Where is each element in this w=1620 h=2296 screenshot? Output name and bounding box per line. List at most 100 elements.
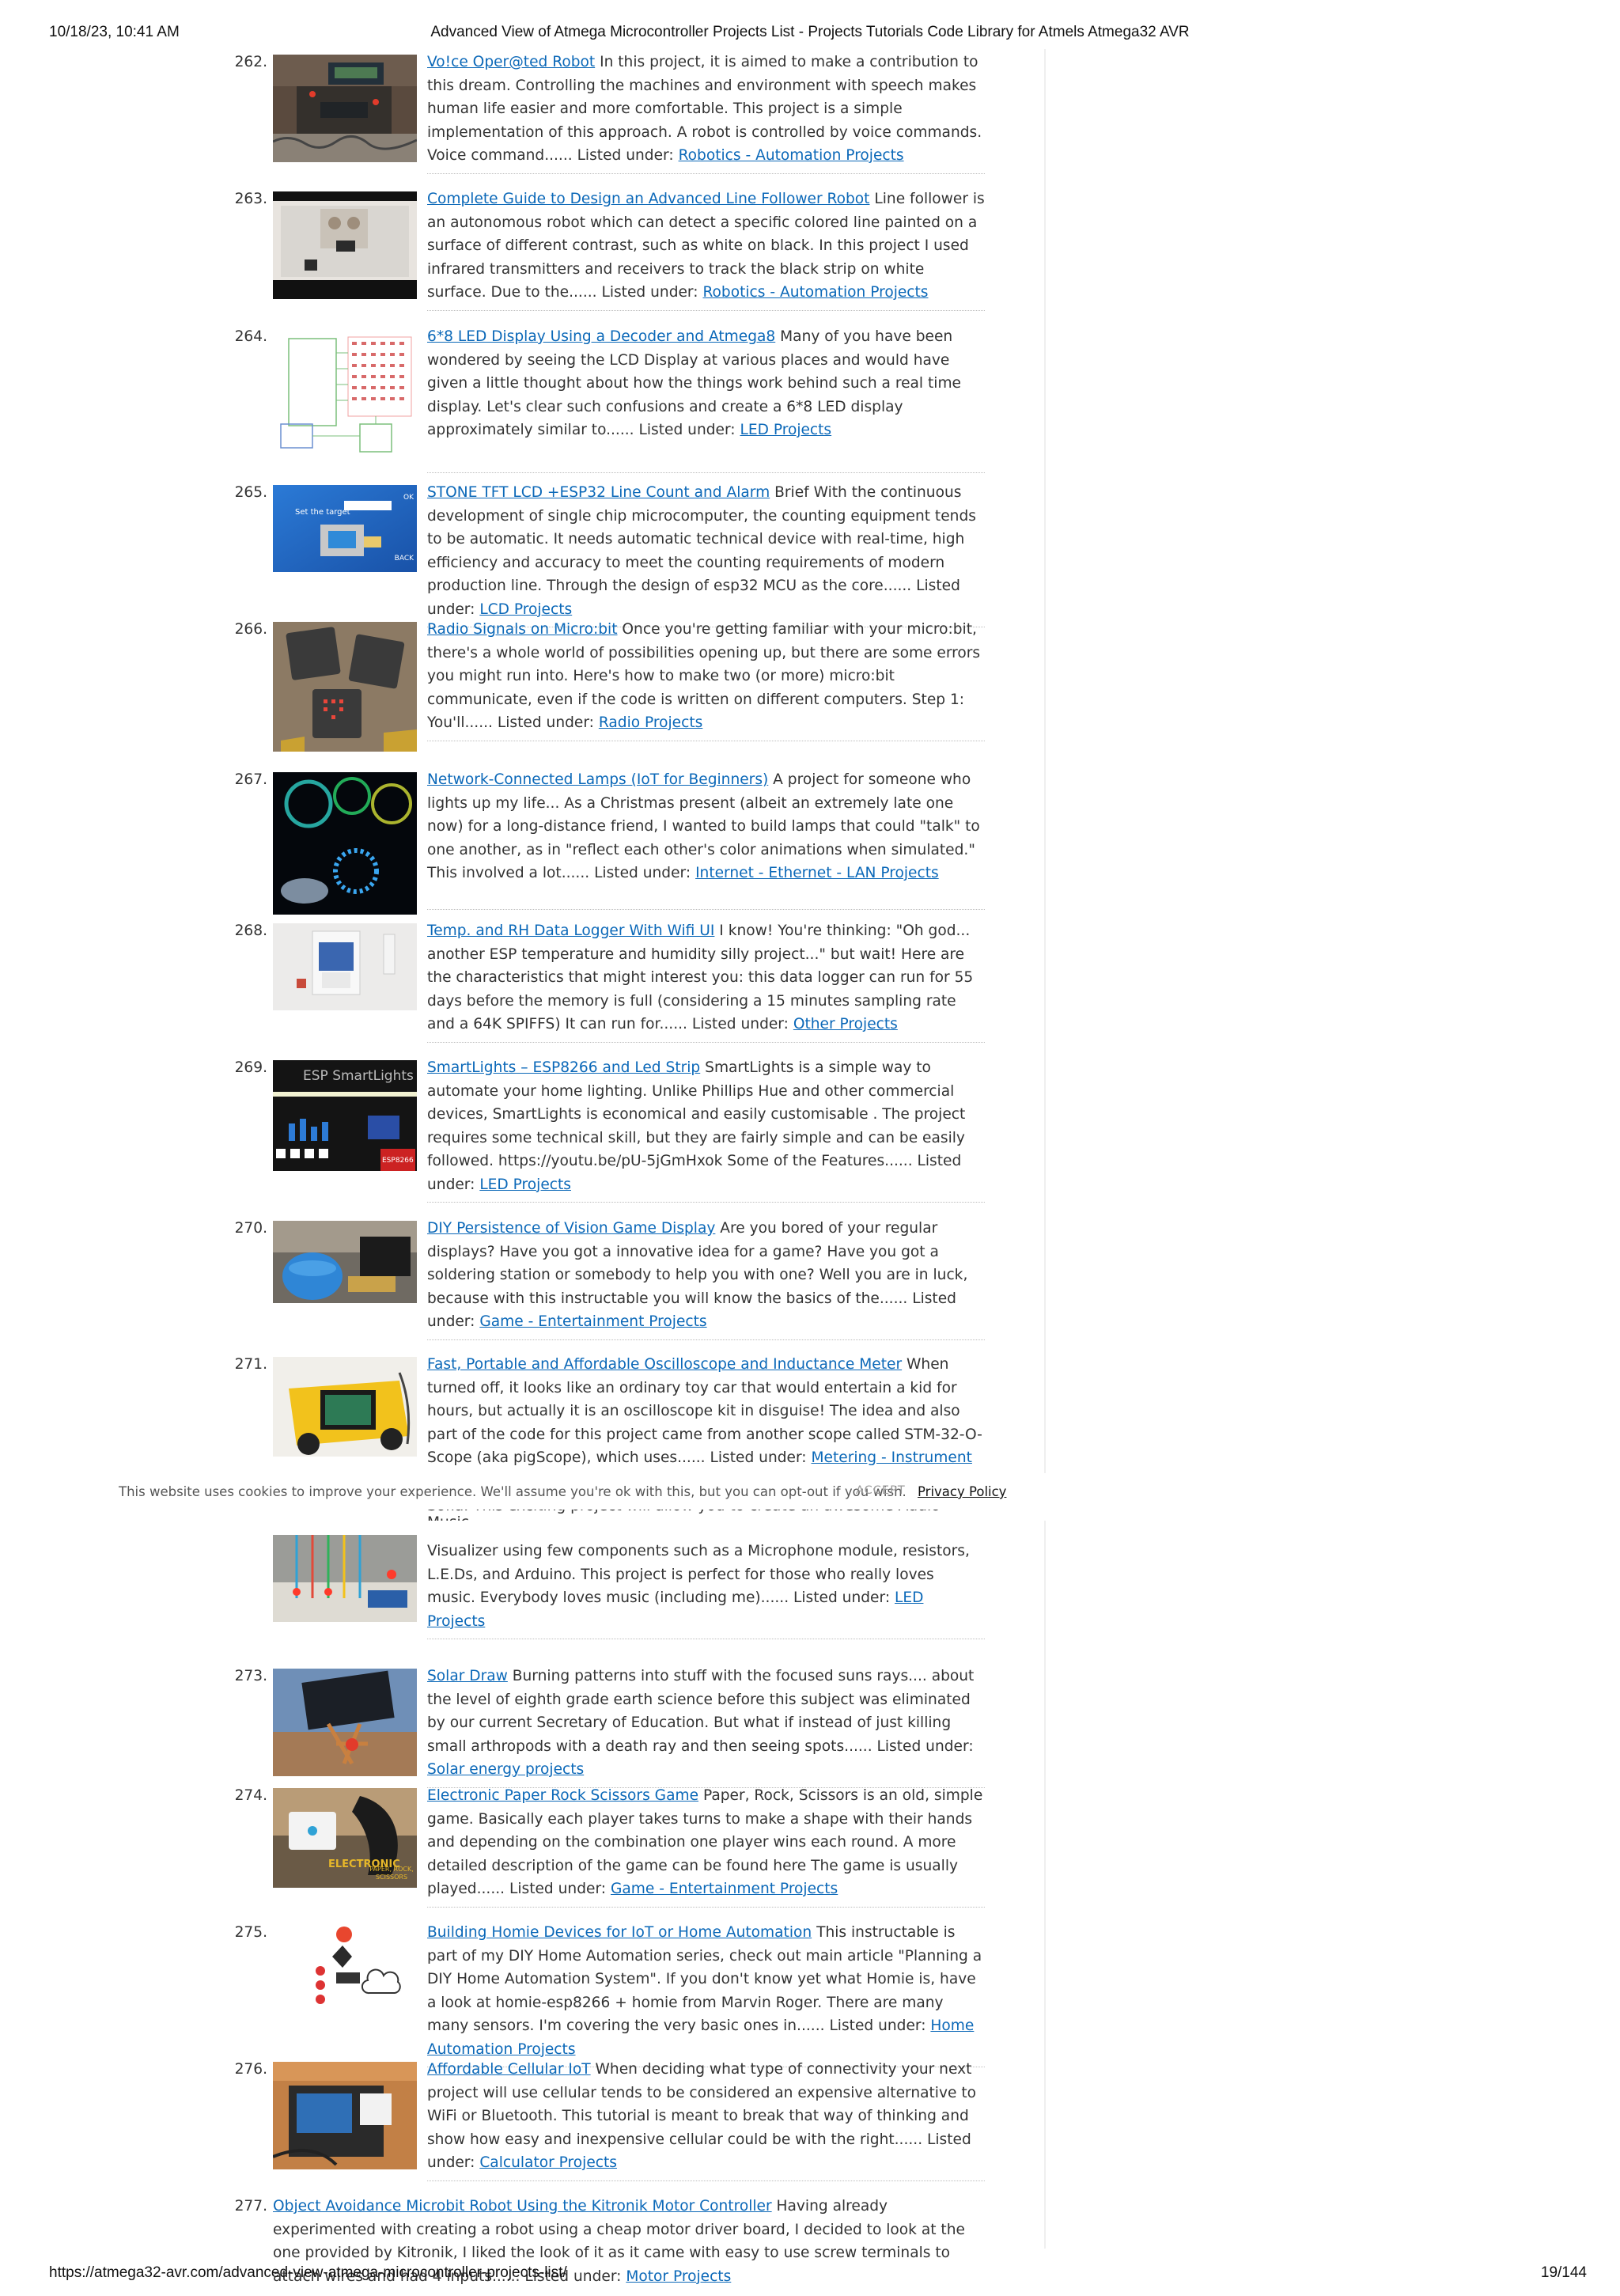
list-item: 263. Complete Guide to Design an Advance… xyxy=(229,188,989,325)
thumb-caption: Set the target xyxy=(295,508,350,517)
project-title-link[interactable]: Network-Connected Lamps (IoT for Beginne… xyxy=(427,771,768,788)
project-title-link[interactable]: Vo!ce Oper@ted Robot xyxy=(427,54,595,70)
item-number: 264. xyxy=(234,328,267,345)
list-item: 267. Network-Connected Lamps (IoT for Be… xyxy=(229,768,989,919)
print-url: https://atmega32-avr.com/advanced-view-a… xyxy=(49,2264,567,2281)
cookie-accept-button[interactable]: ACCEPT xyxy=(856,1484,906,1497)
category-link[interactable]: Robotics - Automation Projects xyxy=(702,284,928,301)
item-description: STONE TFT LCD +ESP32 Line Count and Alar… xyxy=(427,481,989,621)
project-title-link[interactable]: 6*8 LED Display Using a Decoder and Atme… xyxy=(427,328,775,345)
item-description: Affordable Cellular IoT When deciding wh… xyxy=(427,2058,989,2175)
project-thumbnail[interactable] xyxy=(273,772,417,915)
project-title-link[interactable]: Affordable Cellular IoT xyxy=(427,2061,591,2078)
privacy-policy-link[interactable]: Privacy Policy xyxy=(918,1484,1006,1499)
project-thumbnail[interactable] xyxy=(273,1669,417,1776)
item-number: 270. xyxy=(234,1220,267,1237)
thumb-chip-label: ESP8266 xyxy=(380,1149,415,1171)
item-number: 277. xyxy=(234,2198,267,2215)
project-thumbnail[interactable] xyxy=(273,1357,417,1457)
listed-under-label: Listed under: xyxy=(829,2018,926,2034)
thumb-caption: ESP SmartLights xyxy=(303,1068,414,1084)
print-page-title: Advanced View of Atmega Microcontroller … xyxy=(430,24,1190,40)
project-title-link[interactable]: Object Avoidance Microbit Robot Using th… xyxy=(273,2198,772,2215)
project-thumbnail[interactable] xyxy=(273,1221,417,1303)
item-description: Electronic Paper Rock Scissors Game Pape… xyxy=(427,1784,989,1901)
entry-separator xyxy=(427,908,985,910)
list-item: 262. Vo!ce Oper@ted Robot In this projec… xyxy=(229,51,989,188)
project-thumbnail[interactable] xyxy=(273,622,417,752)
project-thumbnail[interactable]: Set the target OK BACK xyxy=(273,485,417,572)
category-link[interactable]: Internet - Ethernet - LAN Projects xyxy=(695,865,939,881)
listed-under-label: Listed under: xyxy=(577,147,674,164)
item-description: SmartLights – ESP8266 and Led Strip Smar… xyxy=(427,1056,989,1196)
cookie-message: This website uses cookies to improve you… xyxy=(119,1484,907,1499)
list-item: Visualizer using few components such as … xyxy=(229,1535,989,1665)
item-number: 266. xyxy=(234,621,267,638)
project-title-link[interactable]: SmartLights – ESP8266 and Led Strip xyxy=(427,1059,700,1076)
project-title-link[interactable]: Building Homie Devices for IoT or Home A… xyxy=(427,1924,812,1941)
entry-separator xyxy=(427,309,985,311)
category-link[interactable]: Game - Entertainment Projects xyxy=(479,1313,706,1330)
list-item: 268. Temp. and RH Data Logger With Wifi … xyxy=(229,919,989,1056)
category-link[interactable]: LED Projects xyxy=(740,422,831,438)
project-thumbnail[interactable] xyxy=(273,191,417,299)
project-title-link[interactable]: Temp. and RH Data Logger With Wifi UI xyxy=(427,923,714,939)
listed-under-label: Listed under: xyxy=(509,1881,607,1897)
project-thumbnail[interactable]: ESP SmartLights ESP8266 xyxy=(273,1060,417,1171)
entry-separator xyxy=(427,472,985,473)
category-link[interactable]: Game - Entertainment Projects xyxy=(611,1881,838,1897)
project-title-link[interactable]: Fast, Portable and Affordable Oscillosco… xyxy=(427,1356,902,1373)
listed-under-label: Listed under: xyxy=(710,1449,807,1466)
item-number: 267. xyxy=(234,771,267,788)
category-link[interactable]: Other Projects xyxy=(793,1016,898,1032)
project-title-link[interactable]: Electronic Paper Rock Scissors Game xyxy=(427,1787,698,1804)
listed-under-label: Listed under: xyxy=(601,284,698,301)
thumb-back: BACK xyxy=(394,554,414,563)
project-title-link[interactable]: STONE TFT LCD +ESP32 Line Count and Alar… xyxy=(427,484,770,501)
print-page-number: 19/144 xyxy=(1540,2264,1587,2281)
entry-separator xyxy=(427,1906,985,1908)
category-link[interactable]: Radio Projects xyxy=(599,714,702,731)
entry-separator xyxy=(427,172,985,174)
item-number: 265. xyxy=(234,484,267,501)
sidebar-divider xyxy=(1044,49,1046,2249)
category-link[interactable]: Calculator Projects xyxy=(479,2154,617,2171)
partially-hidden-line: Sofia. This exciting project will allow … xyxy=(427,1510,981,1521)
entry-separator xyxy=(427,2180,985,2181)
project-thumbnail[interactable] xyxy=(273,1925,417,2012)
item-number: 263. xyxy=(234,191,267,207)
project-thumbnail[interactable] xyxy=(273,2062,417,2169)
item-description: Radio Signals on Micro:bit Once you're g… xyxy=(427,618,989,735)
project-thumbnail[interactable] xyxy=(273,1535,417,1622)
item-number: 273. xyxy=(234,1668,267,1684)
item-description: Network-Connected Lamps (IoT for Beginne… xyxy=(427,768,989,885)
list-item: 264. 6*8 LED Display Using a Decoder and… xyxy=(229,325,989,481)
category-link[interactable]: Solar energy projects xyxy=(427,1761,584,1778)
item-number: 269. xyxy=(234,1059,267,1076)
category-link[interactable]: Robotics - Automation Projects xyxy=(679,147,904,164)
item-description: Vo!ce Oper@ted Robot In this project, it… xyxy=(427,51,989,168)
category-link[interactable]: LED Projects xyxy=(479,1176,571,1193)
project-title-link[interactable]: Complete Guide to Design an Advanced Lin… xyxy=(427,191,869,207)
item-number: 262. xyxy=(234,54,267,70)
item-number: 275. xyxy=(234,1924,267,1941)
project-title-link[interactable]: DIY Persistence of Vision Game Display xyxy=(427,1220,715,1237)
item-number: 271. xyxy=(234,1356,267,1373)
project-title-link[interactable]: Solar Draw xyxy=(427,1668,508,1684)
item-description: Visualizer using few components such as … xyxy=(427,1540,989,1633)
project-title-link[interactable]: Radio Signals on Micro:bit xyxy=(427,621,618,638)
item-description: DIY Persistence of Vision Game Display A… xyxy=(427,1217,989,1334)
listed-under-label: Listed under: xyxy=(638,422,736,438)
list-item: 265. Set the target OK BACK STONE TFT LC… xyxy=(229,481,989,627)
project-thumbnail[interactable]: ELECTRONIC PAPER, ROCK, SCISSORS xyxy=(273,1788,417,1888)
entry-separator xyxy=(427,1202,985,1203)
entry-separator xyxy=(427,1041,985,1043)
project-thumbnail[interactable] xyxy=(273,923,417,1010)
project-list: 262. Vo!ce Oper@ted Robot In this projec… xyxy=(229,51,989,2288)
category-link[interactable]: LCD Projects xyxy=(479,601,572,618)
project-thumbnail[interactable] xyxy=(273,329,417,464)
item-description: Building Homie Devices for IoT or Home A… xyxy=(427,1921,989,2061)
listed-under-label: Listed under: xyxy=(497,714,594,731)
item-description: 6*8 LED Display Using a Decoder and Atme… xyxy=(427,325,989,442)
project-thumbnail[interactable] xyxy=(273,55,417,162)
